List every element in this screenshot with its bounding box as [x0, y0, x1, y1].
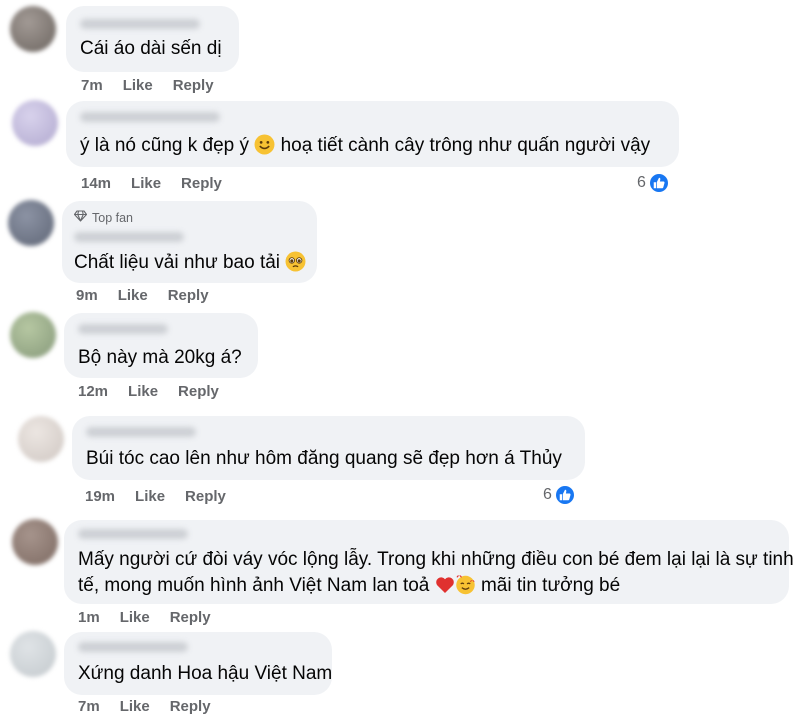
- comment-bubble: Bộ này mà 20kg á?: [64, 313, 258, 378]
- comment-text-part: Chất liệu vải như bao tải: [74, 252, 281, 273]
- pleading-emoji-icon: [285, 251, 306, 280]
- comment-bubble: Xứng danh Hoa hậu Việt Nam: [64, 632, 332, 695]
- commenter-name[interactable]: [78, 324, 168, 334]
- like-link[interactable]: Like: [120, 609, 150, 626]
- commenter-name[interactable]: [80, 112, 220, 122]
- like-thumb-icon: [553, 484, 576, 506]
- comment-bubble: Mấy người cứ đòi váy vóc lộng lẫy. Trong…: [64, 520, 794, 604]
- avatar[interactable]: [10, 631, 56, 677]
- like-link[interactable]: Like: [118, 287, 148, 304]
- red-heart-emoji-icon: [435, 575, 455, 603]
- comment-text: Cái áo dài sến dị: [80, 38, 222, 59]
- comment-text-part: hoạ tiết cành cây trông như quấn người v…: [280, 135, 651, 156]
- reply-link[interactable]: Reply: [181, 175, 222, 192]
- reaction-count[interactable]: 6: [543, 484, 576, 506]
- reply-link[interactable]: Reply: [170, 698, 211, 715]
- avatar[interactable]: [8, 200, 54, 246]
- comment-actions: 12m Like Reply: [78, 383, 239, 400]
- comment-actions: 19m Like Reply: [85, 488, 246, 505]
- reply-link[interactable]: Reply: [173, 77, 214, 94]
- commenter-name[interactable]: [78, 529, 188, 539]
- avatar[interactable]: [18, 416, 64, 462]
- comment-actions: 9m Like Reply: [76, 287, 229, 304]
- commenter-name[interactable]: [86, 427, 196, 437]
- like-thumb-icon: [647, 172, 670, 194]
- comment-text: Mấy người cứ đòi váy vóc lộng lẫy. Trong…: [78, 549, 794, 570]
- comment-time: 12m: [78, 383, 109, 400]
- comment-text: Xứng danh Hoa hậu Việt Nam: [78, 663, 333, 684]
- comment-text-part: ý là nó cũng k đẹp ý: [80, 135, 249, 156]
- reply-link[interactable]: Reply: [178, 383, 219, 400]
- avatar[interactable]: [10, 312, 56, 358]
- comment-bubble: Top fan Chất liệu vải như bao tải: [62, 201, 317, 283]
- comment-actions: 1m Like Reply: [78, 609, 231, 626]
- smile-emoji-icon: [254, 134, 275, 163]
- reaction-count[interactable]: 6: [637, 172, 670, 194]
- diamond-icon: [73, 210, 88, 225]
- like-link[interactable]: Like: [131, 175, 161, 192]
- commenter-name[interactable]: [80, 19, 200, 29]
- comment-text: ý là nó cũng k đẹp ý hoạ tiết cành cây t…: [80, 132, 650, 163]
- avatar[interactable]: [10, 6, 56, 52]
- smiling-hearts-emoji-icon: [455, 574, 476, 603]
- like-link[interactable]: Like: [120, 698, 150, 715]
- comment-time: 1m: [78, 609, 100, 626]
- comment-time: 7m: [78, 698, 100, 715]
- comment-text: Búi tóc cao lên như hôm đăng quang sẽ đẹ…: [86, 448, 562, 469]
- comment-time: 14m: [81, 175, 112, 192]
- top-fan-label: Top fan: [92, 210, 134, 225]
- commenter-name[interactable]: [78, 642, 188, 652]
- reaction-number: 6: [637, 174, 646, 191]
- comment-actions: 7m Like Reply: [78, 698, 231, 715]
- comment-time: 9m: [76, 287, 98, 304]
- commenter-name[interactable]: [74, 232, 184, 242]
- reply-link[interactable]: Reply: [168, 287, 209, 304]
- comment-time: 7m: [81, 77, 103, 94]
- comment-time: 19m: [85, 488, 116, 505]
- comment-text: tế, mong muốn hình ảnh Việt Nam lan toả …: [78, 572, 620, 603]
- comment-text: Chất liệu vải như bao tải: [74, 249, 306, 280]
- comment-actions: 7m Like Reply: [81, 77, 234, 94]
- reply-link[interactable]: Reply: [185, 488, 226, 505]
- comment-text-part: tế, mong muốn hình ảnh Việt Nam lan toả: [78, 575, 430, 596]
- comment-bubble: Búi tóc cao lên như hôm đăng quang sẽ đẹ…: [72, 416, 585, 480]
- like-link[interactable]: Like: [123, 77, 153, 94]
- like-link[interactable]: Like: [128, 383, 158, 400]
- comment-text-part: mãi tin tưởng bé: [480, 575, 621, 596]
- comment-actions: 14m Like Reply: [81, 175, 242, 192]
- top-fan-badge: Top fan: [73, 210, 134, 225]
- like-link[interactable]: Like: [135, 488, 165, 505]
- reaction-number: 6: [543, 486, 552, 503]
- reply-link[interactable]: Reply: [170, 609, 211, 626]
- comment-bubble: ý là nó cũng k đẹp ý hoạ tiết cành cây t…: [66, 101, 679, 167]
- comment-bubble: Cái áo dài sến dị: [66, 6, 239, 72]
- comment-text: Bộ này mà 20kg á?: [78, 347, 242, 368]
- avatar[interactable]: [12, 100, 58, 146]
- avatar[interactable]: [12, 519, 58, 565]
